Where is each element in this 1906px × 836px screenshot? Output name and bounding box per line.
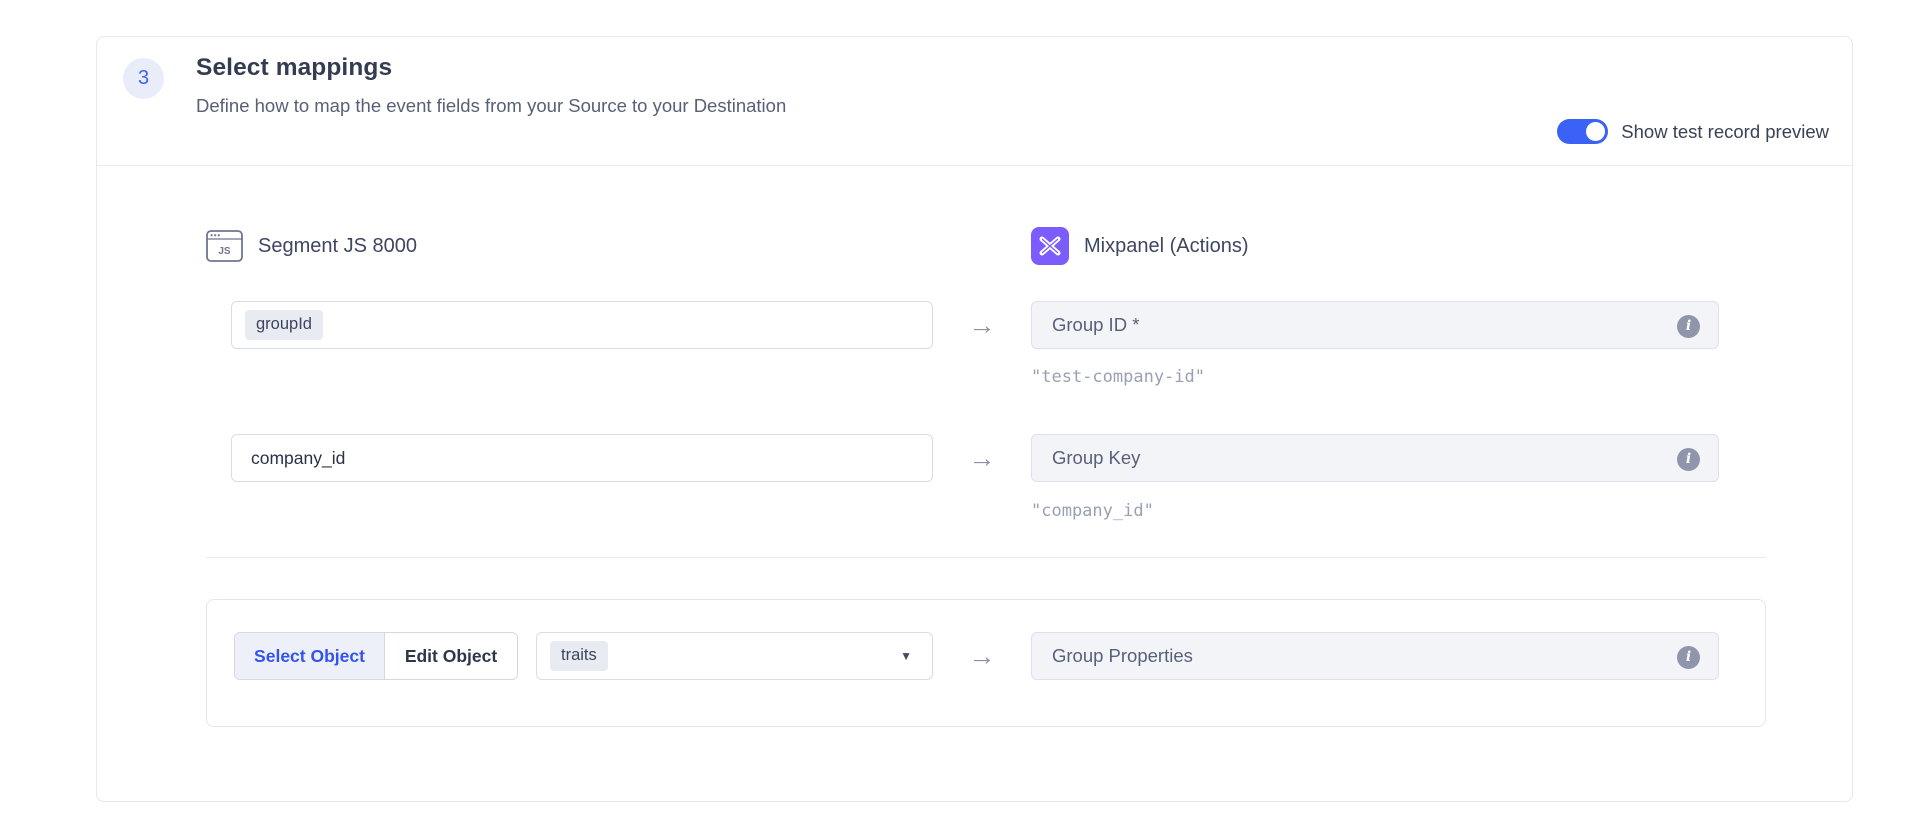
browser-js-icon: JS	[206, 230, 243, 262]
destination-field-label: Group ID *	[1052, 314, 1139, 336]
source-field-group-id[interactable]: groupId	[231, 301, 933, 349]
object-path-chip: traits	[550, 641, 608, 671]
object-mapping-box: Select Object Edit Object traits ▼ → Gro…	[206, 599, 1766, 727]
source-header: JS Segment JS 8000	[206, 230, 1031, 262]
arrow-right-icon: →	[969, 643, 996, 670]
chevron-down-icon: ▼	[900, 649, 912, 663]
source-token-chip: groupId	[245, 310, 323, 340]
info-icon[interactable]: i	[1677, 448, 1700, 471]
destination-field-group-id[interactable]: Group ID * i	[1031, 301, 1719, 349]
edit-object-button[interactable]: Edit Object	[385, 633, 517, 679]
arrow-right-icon: →	[969, 445, 996, 472]
card-header: 3 Select mappings Define how to map the …	[97, 37, 1852, 166]
source-name: Segment JS 8000	[258, 235, 417, 258]
source-field-group-key[interactable]	[231, 434, 933, 482]
mapping-row-group-id: groupId → Group ID * i	[231, 301, 1719, 349]
destination-field-group-key[interactable]: Group Key i	[1031, 434, 1719, 482]
select-mappings-card: 3 Select mappings Define how to map the …	[96, 36, 1853, 802]
object-path-dropdown[interactable]: traits ▼	[536, 632, 933, 680]
destination-name: Mixpanel (Actions)	[1084, 235, 1249, 258]
object-mode-button-group: Select Object Edit Object	[234, 632, 518, 680]
toggle-label: Show test record preview	[1621, 121, 1829, 143]
mapping-row-group-key: → Group Key i	[231, 434, 1719, 482]
test-record-preview-value: "test-company-id"	[1031, 367, 1205, 387]
destination-field-label: Group Properties	[1052, 645, 1193, 667]
test-record-toggle-row: Show test record preview	[1557, 119, 1829, 144]
arrow-right-icon: →	[969, 312, 996, 339]
info-icon[interactable]: i	[1677, 315, 1700, 338]
page-title: Select mappings	[196, 54, 786, 82]
mixpanel-icon	[1031, 227, 1069, 265]
destination-field-group-properties[interactable]: Group Properties i	[1031, 632, 1719, 680]
info-icon[interactable]: i	[1677, 646, 1700, 669]
toggle-knob	[1586, 122, 1605, 141]
section-divider	[206, 557, 1766, 558]
destination-field-label: Group Key	[1052, 447, 1140, 469]
js-icon-label: JS	[218, 246, 231, 257]
test-record-preview-value: "company_id"	[1031, 501, 1154, 521]
destination-header: Mixpanel (Actions)	[1031, 227, 1249, 265]
select-object-button[interactable]: Select Object	[235, 633, 385, 679]
page-subtitle: Define how to map the event fields from …	[196, 95, 786, 117]
step-number-badge: 3	[123, 58, 164, 99]
show-test-record-toggle[interactable]	[1557, 119, 1608, 144]
columns-header: JS Segment JS 8000 Mixpanel (Actions)	[206, 227, 1766, 265]
